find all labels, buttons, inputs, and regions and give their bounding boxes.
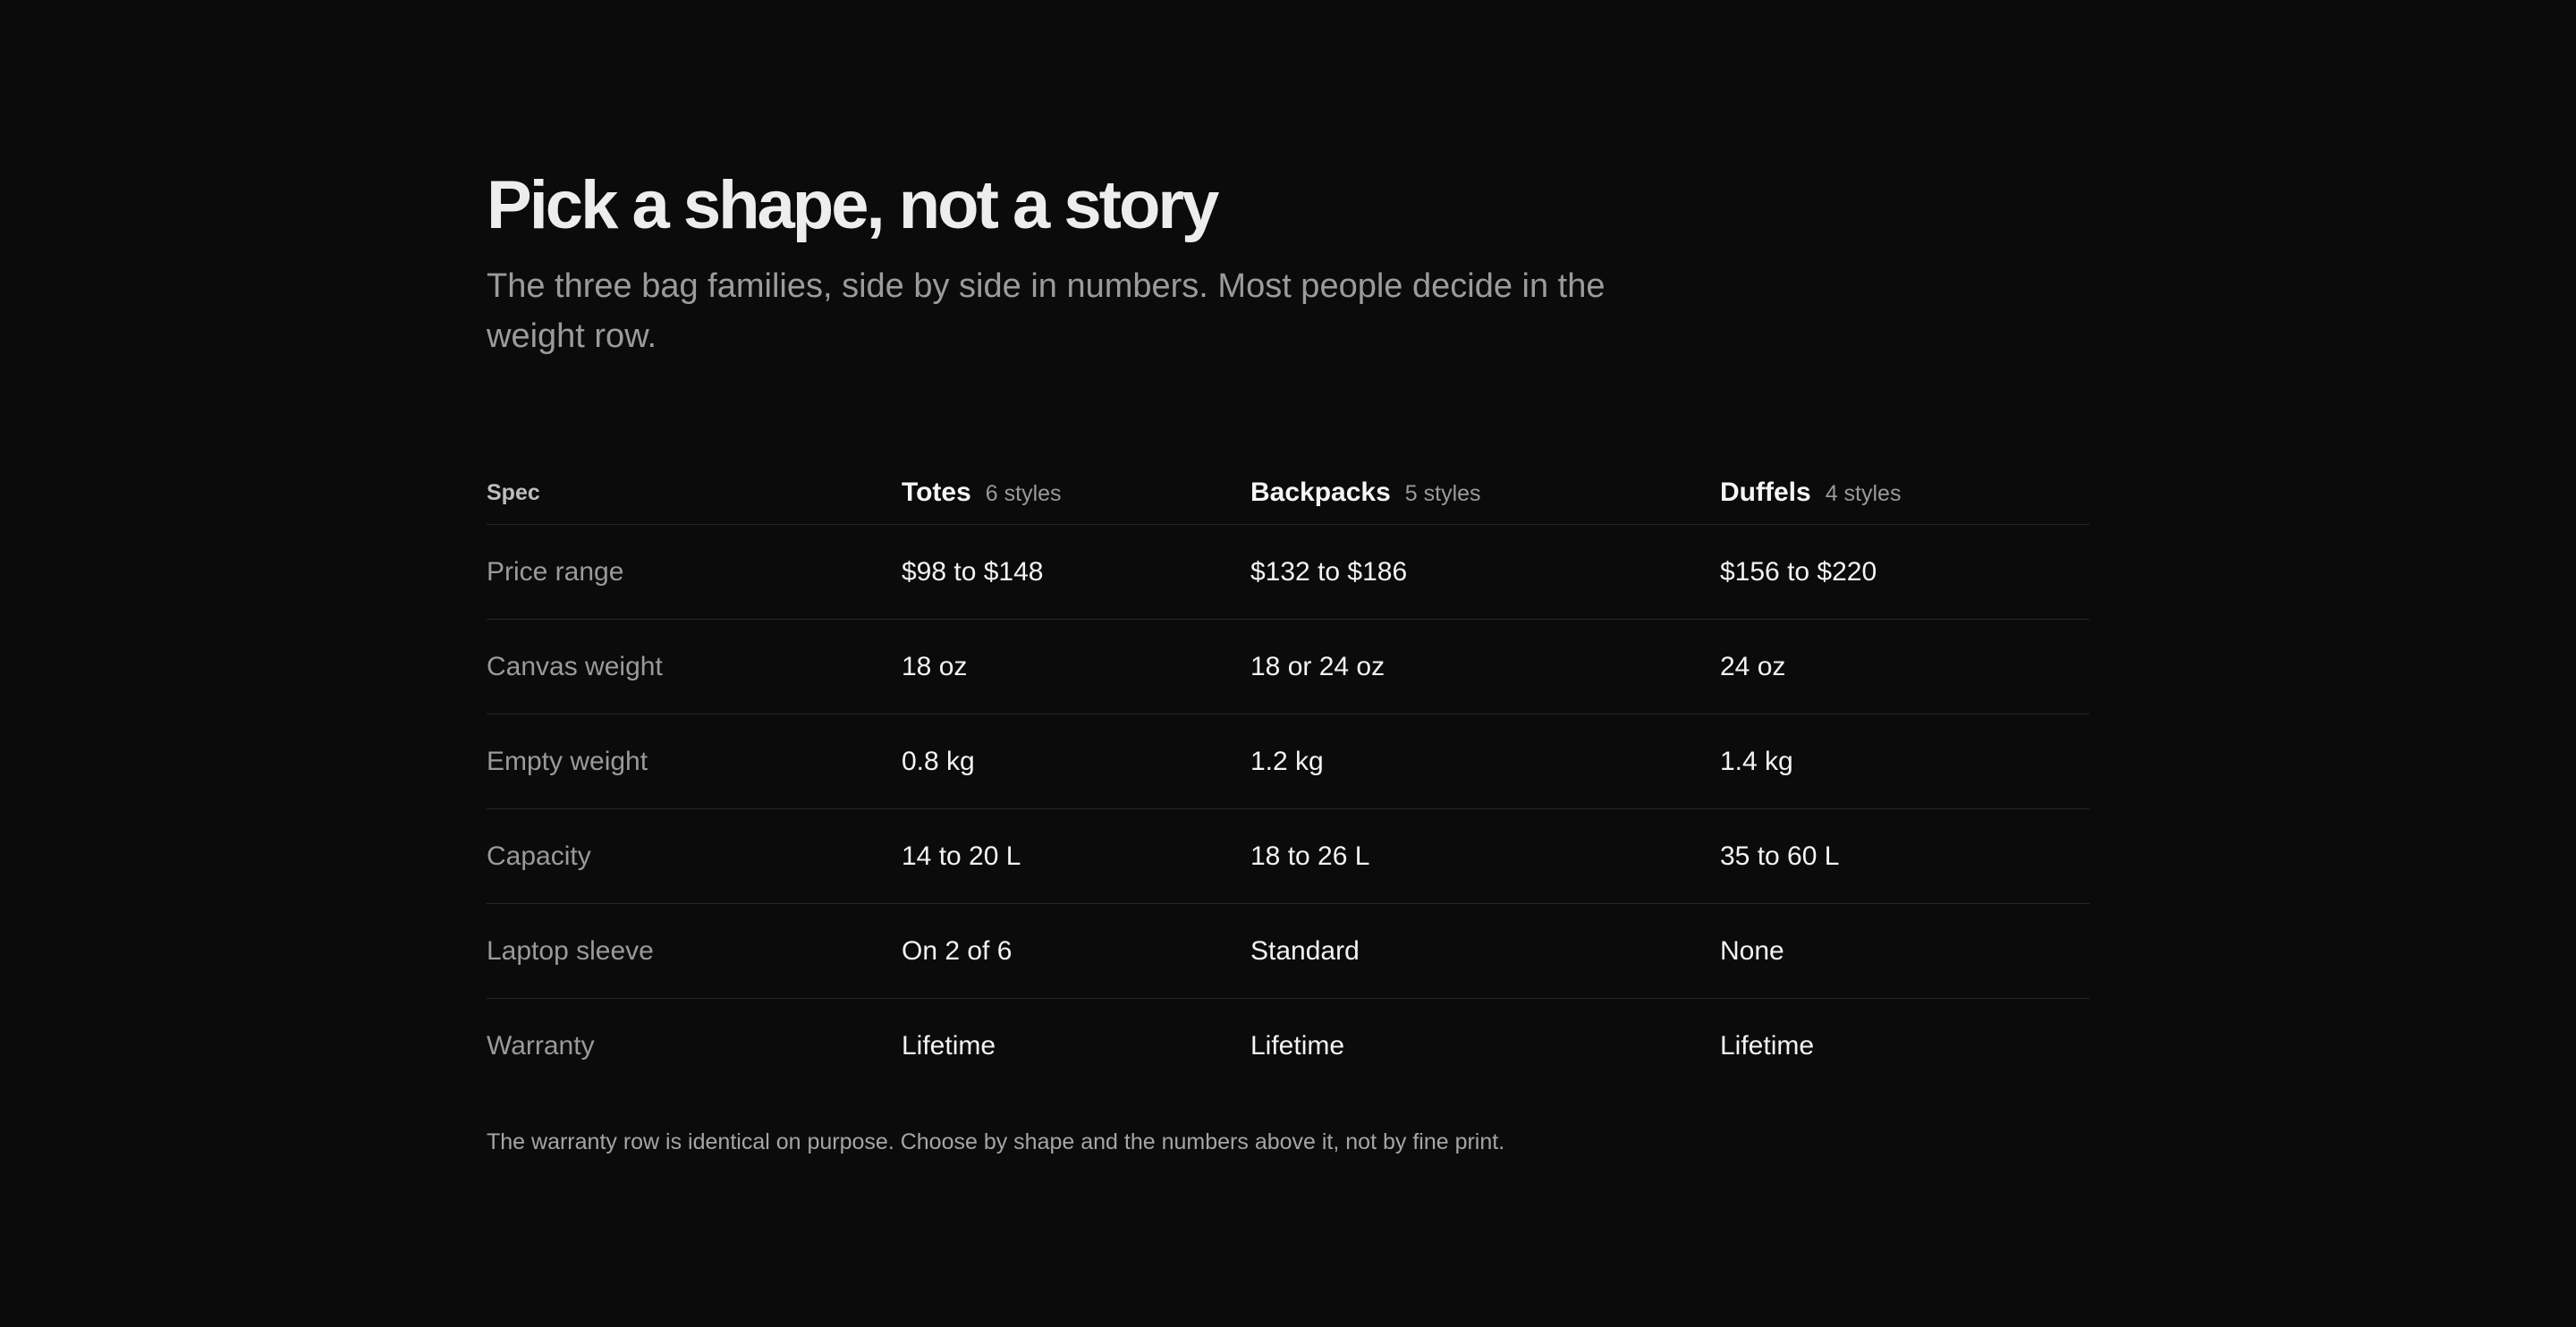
column-header-duffels: Duffels 4 styles [1720, 475, 2089, 511]
row-label: Empty weight [487, 746, 648, 776]
column-name: Backpacks [1250, 477, 1391, 507]
column-header-totes: Totes 6 styles [902, 475, 1250, 511]
cell-totes: 18 oz [902, 651, 968, 681]
cell-duffels: $156 to $220 [1720, 556, 1877, 587]
cell-duffels: 24 oz [1720, 651, 1786, 681]
row-label: Price range [487, 556, 624, 587]
table-header-row: Spec Totes 6 styles Backpacks 5 styles Duf… [487, 461, 2089, 524]
column-name: Duffels [1720, 477, 1811, 507]
comparison-section: Pick a shape, not a story The three bag … [487, 168, 2089, 1157]
cell-backpacks: 1.2 kg [1250, 746, 1324, 776]
table-row-price-range: Price range $98 to $148 $132 to $186 $15… [487, 524, 2089, 619]
cell-duffels: None [1720, 935, 1784, 966]
table-row-canvas-weight: Canvas weight 18 oz 18 or 24 oz 24 oz [487, 619, 2089, 714]
row-label: Capacity [487, 841, 591, 871]
cell-duffels: Lifetime [1720, 1030, 1815, 1061]
spec-column-header: Spec [487, 480, 540, 505]
column-name: Totes [902, 477, 971, 507]
cell-backpacks: $132 to $186 [1250, 556, 1408, 587]
cell-backpacks: Lifetime [1250, 1030, 1345, 1061]
column-header-backpacks: Backpacks 5 styles [1250, 475, 1720, 511]
cell-totes: 0.8 kg [902, 746, 975, 776]
column-style-count: 6 styles [985, 480, 1062, 506]
cell-backpacks: 18 to 26 L [1250, 841, 1370, 871]
comparison-table: Spec Totes 6 styles Backpacks 5 styles Duf… [487, 461, 2089, 1093]
row-label: Warranty [487, 1030, 595, 1061]
cell-totes: Lifetime [902, 1030, 996, 1061]
page-title: Pick a shape, not a story [487, 167, 1219, 243]
page-subtitle: The three bag families, side by side in … [487, 267, 1606, 355]
table-row-warranty: Warranty Lifetime Lifetime Lifetime [487, 998, 2089, 1093]
cell-backpacks: 18 or 24 oz [1250, 651, 1385, 681]
column-style-count: 5 styles [1404, 480, 1481, 506]
table-row-laptop-sleeve: Laptop sleeve On 2 of 6 Standard None [487, 903, 2089, 998]
cell-totes: On 2 of 6 [902, 935, 1013, 966]
table-row-empty-weight: Empty weight 0.8 kg 1.2 kg 1.4 kg [487, 714, 2089, 808]
cell-totes: $98 to $148 [902, 556, 1044, 587]
cell-duffels: 1.4 kg [1720, 746, 1793, 776]
row-label: Laptop sleeve [487, 935, 654, 966]
cell-totes: 14 to 20 L [902, 841, 1021, 871]
column-style-count: 4 styles [1825, 480, 1902, 506]
table-row-capacity: Capacity 14 to 20 L 18 to 26 L 35 to 60 … [487, 808, 2089, 903]
cell-duffels: 35 to 60 L [1720, 841, 1840, 871]
table-footnote: The warranty row is identical on purpose… [487, 1129, 1505, 1154]
cell-backpacks: Standard [1250, 935, 1360, 966]
row-label: Canvas weight [487, 651, 663, 681]
